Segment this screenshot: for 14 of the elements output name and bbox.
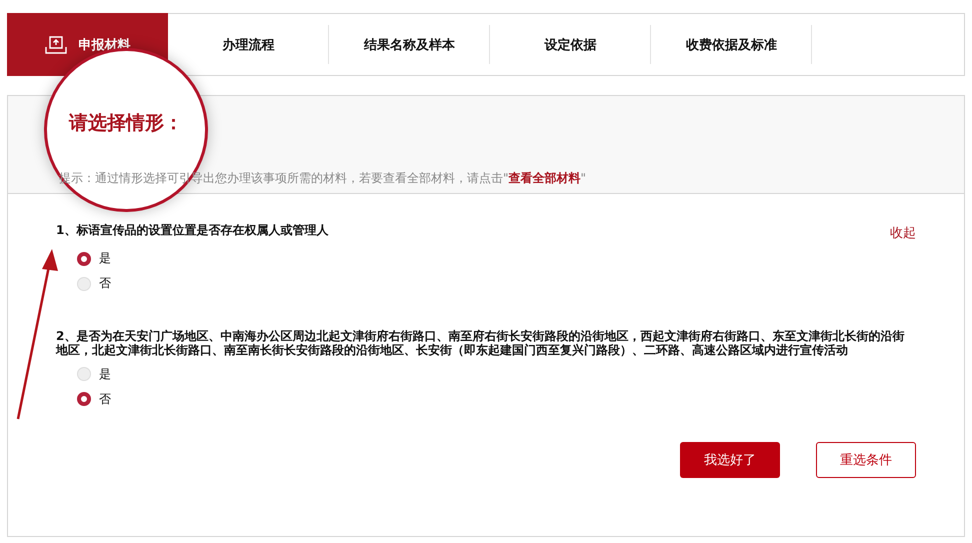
view-all-link[interactable]: 查看全部材料: [508, 171, 581, 185]
option-label: 否: [99, 390, 111, 408]
section-title: 请选择情形：: [69, 111, 183, 136]
confirm-button[interactable]: 我选好了: [680, 442, 780, 478]
option-label: 是: [99, 250, 111, 267]
radio-button[interactable]: [77, 252, 91, 266]
option-label: 否: [99, 275, 111, 292]
radio-button[interactable]: [77, 392, 91, 406]
question-text: 2、是否为在天安门广场地区、中南海办公区周边北起文津街府右街路口、南至府右街长安街路段的沿街地区，西起文津街府右街路口、东至文津街北长街的沿街地区，北起文津街北长街路口、南至南长街长安街路段的沿街地区、长安街（即东起建国门西至复兴门路段）、二环路、高速公路区域内进行宣传活动: [56, 330, 906, 358]
upload-icon: [44, 34, 66, 54]
reset-button[interactable]: 重选条件: [816, 442, 916, 478]
option-label: 是: [99, 366, 111, 383]
collapse-link[interactable]: 收起: [890, 224, 916, 242]
question-text: 1、标语宣传品的设置位置是否存在权属人或管理人: [56, 224, 328, 238]
